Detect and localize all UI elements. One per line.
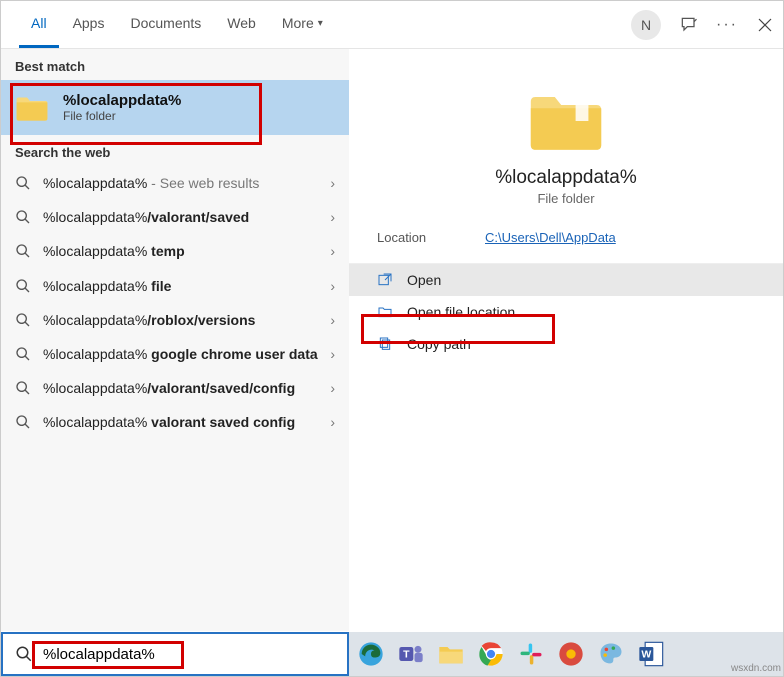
location-link[interactable]: C:\Users\Dell\AppData [485,230,616,245]
preview-subtitle: File folder [537,191,594,206]
result-text: %localappdata%/valorant/saved/config [43,379,318,397]
user-avatar[interactable]: N [631,10,661,40]
teams-icon[interactable]: T [397,640,425,668]
tab-apps[interactable]: Apps [61,1,117,48]
best-match-title: %localappdata% [63,92,181,109]
tab-more[interactable]: More ▾ [270,1,335,48]
close-icon[interactable] [755,15,775,35]
best-match-subtitle: File folder [63,109,181,123]
search-icon [15,312,31,328]
folder-icon [526,89,606,153]
preview-pane: %localappdata% File folder Location C:\U… [349,49,783,631]
tab-all[interactable]: All [19,1,59,48]
search-icon [15,645,33,663]
best-match-text: %localappdata% File folder [63,92,181,123]
search-icon [15,175,31,191]
word-icon[interactable]: W [637,640,665,668]
web-result-item[interactable]: %localappdata% google chrome user data › [1,337,349,371]
chevron-right-icon[interactable]: › [330,243,335,259]
slack-icon[interactable] [517,640,545,668]
chevron-right-icon[interactable]: › [330,278,335,294]
result-text: %localappdata% google chrome user data [43,345,318,363]
filter-tabs: All Apps Documents Web More ▾ [19,1,335,48]
result-text: %localappdata% - See web results [43,174,318,192]
web-result-item[interactable]: %localappdata% temp › [1,234,349,268]
title-bar: All Apps Documents Web More ▾ N ··· [1,1,783,49]
watermark: wsxdn.com [731,663,781,674]
action-open-location[interactable]: Open file location [349,296,783,328]
feedback-icon[interactable] [679,15,699,35]
chrome-canary-icon[interactable] [557,640,585,668]
action-open-label: Open [407,272,441,288]
search-icon [15,243,31,259]
svg-text:W: W [641,649,651,661]
svg-text:T: T [403,649,410,661]
result-text: %localappdata% valorant saved config [43,413,318,431]
search-icon [15,209,31,225]
web-result-item[interactable]: %localappdata% valorant saved config › [1,405,349,439]
search-bar[interactable] [1,632,349,676]
chevron-right-icon[interactable]: › [330,380,335,396]
chevron-down-icon: ▾ [318,18,323,29]
edge-icon[interactable] [357,640,385,668]
chevron-right-icon[interactable]: › [330,312,335,328]
tab-more-label: More [282,15,314,31]
search-input[interactable] [43,646,335,663]
explorer-icon[interactable] [437,640,465,668]
result-text: %localappdata%/valorant/saved [43,208,318,226]
tab-web[interactable]: Web [215,1,268,48]
title-actions: N ··· [631,10,775,40]
chrome-icon[interactable] [477,640,505,668]
action-copy-path-label: Copy path [407,336,471,352]
result-text: %localappdata% file [43,277,318,295]
action-open-location-label: Open file location [407,304,515,320]
open-icon [377,272,393,288]
action-copy-path[interactable]: Copy path [349,328,783,360]
best-match-item[interactable]: %localappdata% File folder [1,80,349,135]
preview-header: %localappdata% File folder [349,49,783,206]
main-area: Best match %localappdata% File folder Se… [1,49,783,631]
results-pane: Best match %localappdata% File folder Se… [1,49,349,631]
chevron-right-icon[interactable]: › [330,414,335,430]
tab-documents[interactable]: Documents [118,1,213,48]
folder-open-icon [377,304,393,320]
chevron-right-icon[interactable]: › [330,209,335,225]
search-web-header: Search the web [1,135,349,166]
search-icon [15,380,31,396]
search-icon [15,346,31,362]
web-result-item[interactable]: %localappdata% - See web results › [1,166,349,200]
search-icon [15,414,31,430]
action-open[interactable]: Open [349,264,783,296]
web-result-item[interactable]: %localappdata%/valorant/saved › [1,200,349,234]
taskbar: T W [349,632,783,676]
web-result-item[interactable]: %localappdata%/valorant/saved/config › [1,371,349,405]
web-result-item[interactable]: %localappdata% file › [1,269,349,303]
web-results-list: %localappdata% - See web results › %loca… [1,166,349,440]
more-options-icon[interactable]: ··· [717,15,737,35]
location-row: Location C:\Users\Dell\AppData [349,206,783,263]
search-icon [15,278,31,294]
web-result-item[interactable]: %localappdata%/roblox/versions › [1,303,349,337]
result-text: %localappdata% temp [43,242,318,260]
copy-icon [377,336,393,352]
result-text: %localappdata%/roblox/versions [43,311,318,329]
location-label: Location [377,230,485,245]
chevron-right-icon[interactable]: › [330,175,335,191]
folder-icon [15,94,49,122]
paint-icon[interactable] [597,640,625,668]
chevron-right-icon[interactable]: › [330,346,335,362]
best-match-header: Best match [1,49,349,80]
preview-title: %localappdata% [495,167,637,189]
